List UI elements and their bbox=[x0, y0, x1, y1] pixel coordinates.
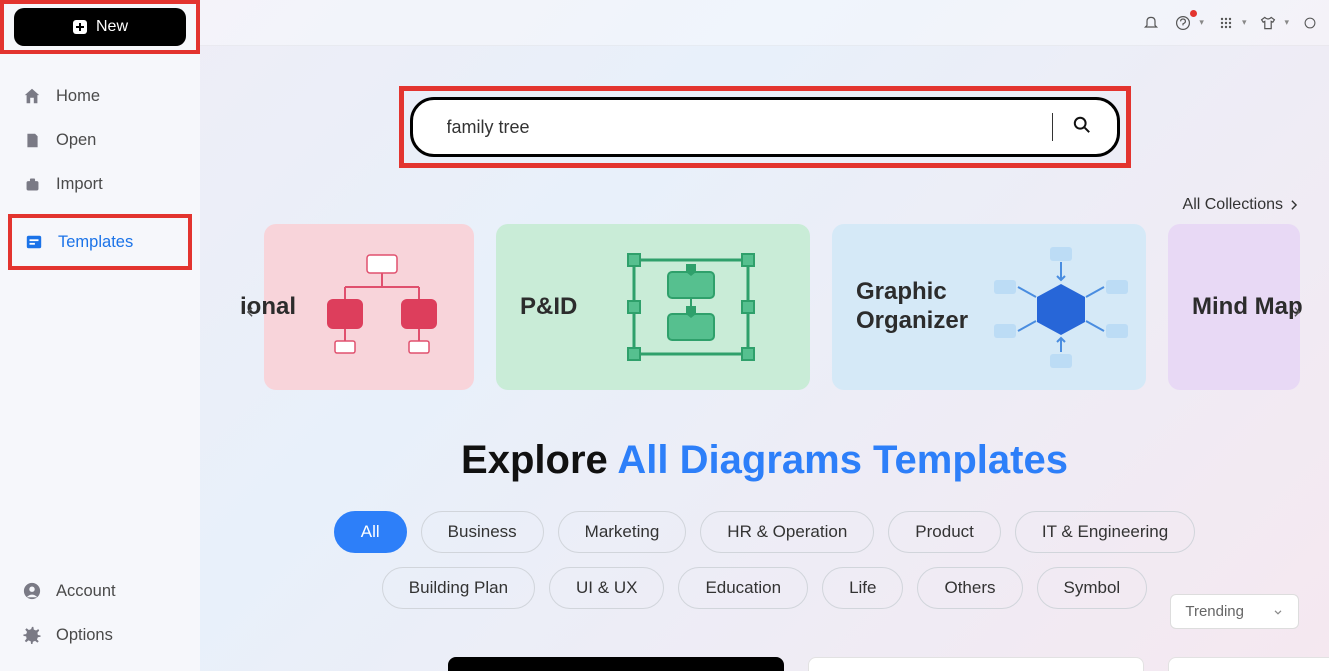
caret-icon: ▾ bbox=[1284, 17, 1289, 28]
sidebar-item-label: Account bbox=[56, 582, 116, 601]
template-card[interactable] bbox=[808, 657, 1144, 671]
card-organizational[interactable]: ional bbox=[264, 224, 474, 390]
new-button[interactable]: New bbox=[14, 8, 186, 46]
grid-icon[interactable] bbox=[1218, 14, 1236, 32]
org-chart-graphic bbox=[314, 247, 450, 367]
sidebar-item-open[interactable]: Open bbox=[10, 118, 190, 162]
pill-symbol[interactable]: Symbol bbox=[1037, 567, 1148, 609]
pill-education[interactable]: Education bbox=[678, 567, 808, 609]
sort-dropdown[interactable]: Trending bbox=[1170, 594, 1299, 629]
sidebar-item-templates[interactable]: Templates bbox=[12, 220, 188, 264]
shirt-icon[interactable] bbox=[1260, 14, 1278, 32]
sidebar-item-options[interactable]: Options bbox=[10, 613, 190, 657]
nav-list: Home Open Import Templates bbox=[10, 74, 190, 270]
import-icon bbox=[22, 174, 42, 194]
sidebar-item-label: Options bbox=[56, 626, 113, 645]
caret-icon: ▾ bbox=[1199, 17, 1204, 28]
topbar: ▾ ▾ ▾ bbox=[200, 0, 1329, 46]
sidebar-item-label: Import bbox=[56, 175, 103, 194]
search-icon bbox=[1073, 116, 1091, 134]
sidebar-item-label: Open bbox=[56, 131, 96, 150]
pill-marketing[interactable]: Marketing bbox=[558, 511, 687, 553]
sidebar-item-label: Templates bbox=[58, 233, 133, 252]
search-button[interactable] bbox=[1073, 116, 1091, 139]
template-row bbox=[448, 657, 1329, 671]
bottom-nav: Account Options bbox=[10, 569, 190, 657]
all-collections-link[interactable]: All Collections bbox=[1183, 196, 1301, 214]
search-input[interactable] bbox=[447, 117, 1052, 138]
template-card[interactable] bbox=[1168, 657, 1329, 671]
settings-icon[interactable] bbox=[1303, 14, 1321, 32]
main-content: ▾ ▾ ▾ All Collections ional P&ID bbox=[200, 0, 1329, 671]
bell-icon[interactable] bbox=[1143, 14, 1161, 32]
pill-life[interactable]: Life bbox=[822, 567, 903, 609]
chevron-right-icon bbox=[1287, 198, 1301, 212]
carousel-prev[interactable] bbox=[236, 298, 264, 326]
home-icon bbox=[22, 86, 42, 106]
pill-hr-operation[interactable]: HR & Operation bbox=[700, 511, 874, 553]
chevron-down-icon bbox=[1272, 606, 1284, 618]
card-pid[interactable]: P&ID bbox=[496, 224, 810, 390]
page-headline: Explore All Diagrams Templates bbox=[200, 438, 1329, 483]
pill-others[interactable]: Others bbox=[917, 567, 1022, 609]
pill-business[interactable]: Business bbox=[421, 511, 544, 553]
gear-icon bbox=[22, 625, 42, 645]
card-mind-map[interactable]: Mind Map bbox=[1168, 224, 1300, 390]
plus-icon bbox=[72, 19, 88, 35]
filter-pills: All Business Marketing HR & Operation Pr… bbox=[285, 511, 1245, 609]
pill-ui-ux[interactable]: UI & UX bbox=[549, 567, 664, 609]
sidebar: New Home Open Import Templates Account bbox=[0, 0, 200, 671]
category-carousel: ional P&ID Graphic Organizer bbox=[200, 224, 1329, 390]
help-icon[interactable] bbox=[1175, 14, 1193, 32]
new-label: New bbox=[96, 18, 128, 36]
template-card[interactable] bbox=[448, 657, 784, 671]
pill-building-plan[interactable]: Building Plan bbox=[382, 567, 535, 609]
sidebar-item-account[interactable]: Account bbox=[10, 569, 190, 613]
pill-it-engineering[interactable]: IT & Engineering bbox=[1015, 511, 1195, 553]
pill-all[interactable]: All bbox=[334, 511, 407, 553]
highlight-search bbox=[399, 86, 1131, 168]
sidebar-item-import[interactable]: Import bbox=[10, 162, 190, 206]
templates-icon bbox=[24, 232, 44, 252]
pill-product[interactable]: Product bbox=[888, 511, 1001, 553]
pid-graphic bbox=[595, 242, 786, 372]
divider bbox=[1052, 113, 1053, 141]
file-icon bbox=[22, 130, 42, 150]
search-box bbox=[410, 97, 1120, 157]
carousel-next[interactable] bbox=[1283, 298, 1311, 326]
card-label: Graphic Organizer bbox=[856, 278, 968, 336]
card-graphic-organizer[interactable]: Graphic Organizer bbox=[832, 224, 1146, 390]
highlight-templates: Templates bbox=[8, 214, 192, 270]
sidebar-item-home[interactable]: Home bbox=[10, 74, 190, 118]
organizer-graphic bbox=[986, 242, 1136, 372]
card-label: P&ID bbox=[520, 293, 577, 322]
account-icon bbox=[22, 581, 42, 601]
caret-icon: ▾ bbox=[1242, 17, 1247, 28]
highlight-new: New bbox=[0, 0, 200, 54]
sidebar-item-label: Home bbox=[56, 87, 100, 106]
